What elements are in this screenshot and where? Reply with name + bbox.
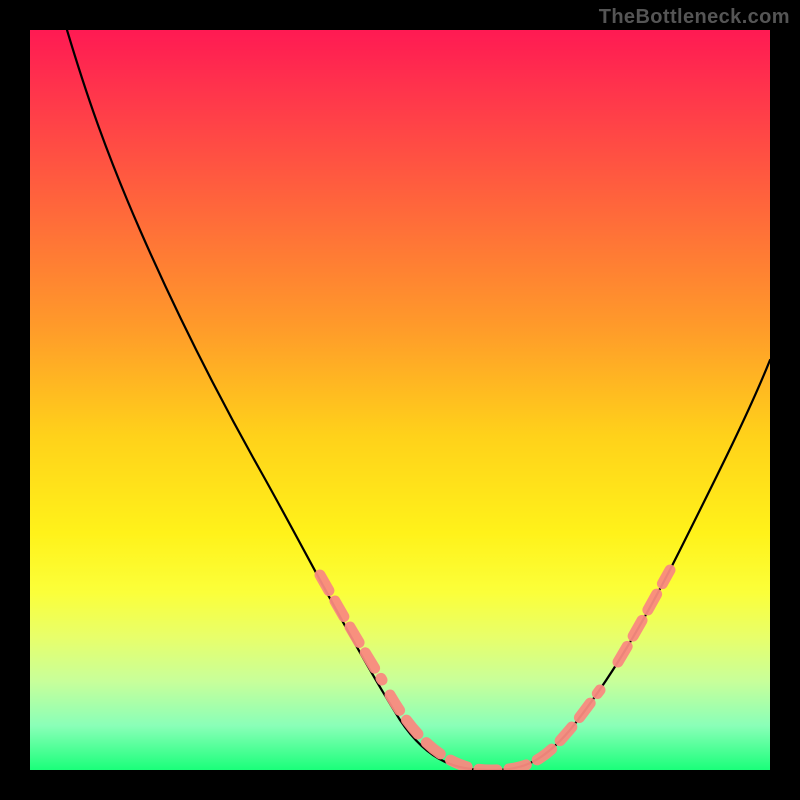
bottleneck-curve [67, 30, 770, 770]
marker-descent-start [320, 575, 382, 680]
bottleneck-curve-svg [30, 30, 770, 770]
marker-valley [390, 690, 600, 770]
marker-ascent [618, 570, 670, 662]
plot-area [30, 30, 770, 770]
watermark-label: TheBottleneck.com [599, 6, 790, 29]
chart-frame: TheBottleneck.com [0, 0, 800, 800]
